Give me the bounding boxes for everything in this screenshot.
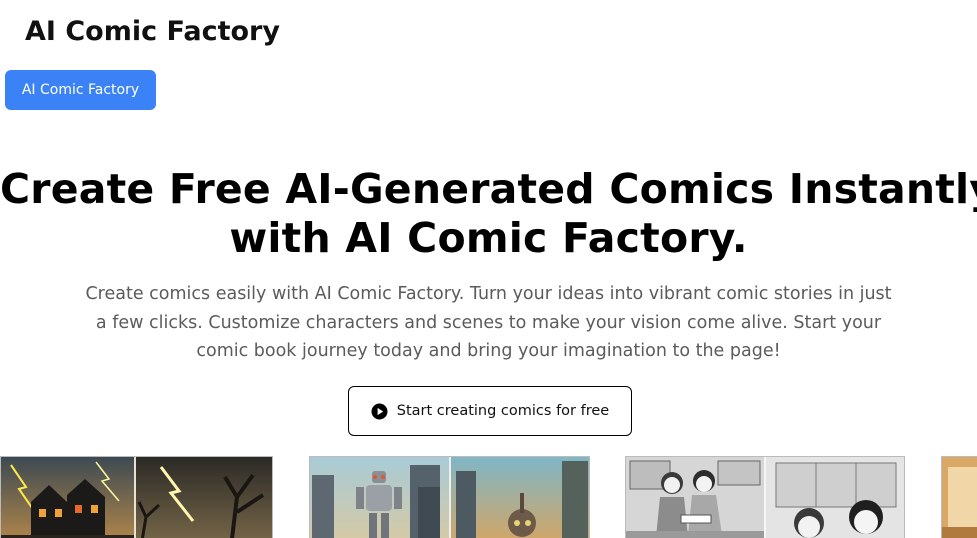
hero-description: Create comics easily with AI Comic Facto… bbox=[0, 280, 977, 366]
gallery-item-haunted-house[interactable] bbox=[0, 456, 273, 538]
partial-comic-image bbox=[942, 457, 977, 538]
hero-description-line: Create comics easily with AI Comic Facto… bbox=[85, 284, 892, 304]
robot-city-comic-image bbox=[310, 457, 589, 538]
gallery-item-partial[interactable] bbox=[941, 456, 977, 538]
hero-title: Create Free AI-Generated Comics Instantl… bbox=[0, 165, 977, 263]
play-circle-icon bbox=[371, 403, 388, 420]
hero-title-line-2: with AI Comic Factory. bbox=[229, 214, 748, 262]
gallery-item-manga-girls[interactable] bbox=[625, 456, 905, 538]
manga-girls-comic-image bbox=[626, 457, 904, 538]
gallery-item-robot-city[interactable] bbox=[309, 456, 590, 538]
start-creating-label: Start creating comics for free bbox=[396, 403, 610, 419]
page: AI Comic Factory AI Comic Factory Create… bbox=[0, 0, 977, 538]
start-creating-button[interactable]: Start creating comics for free bbox=[348, 386, 632, 436]
site-title[interactable]: AI Comic Factory bbox=[25, 16, 280, 47]
haunted-house-comic-image bbox=[1, 457, 272, 538]
nav-home-button[interactable]: AI Comic Factory bbox=[5, 70, 156, 110]
hero-description-line: comic book journey today and bring your … bbox=[196, 341, 781, 361]
hero-title-line-1: Create Free AI-Generated Comics Instantl… bbox=[0, 165, 977, 213]
hero-description-line: a few clicks. Customize characters and s… bbox=[95, 312, 882, 333]
